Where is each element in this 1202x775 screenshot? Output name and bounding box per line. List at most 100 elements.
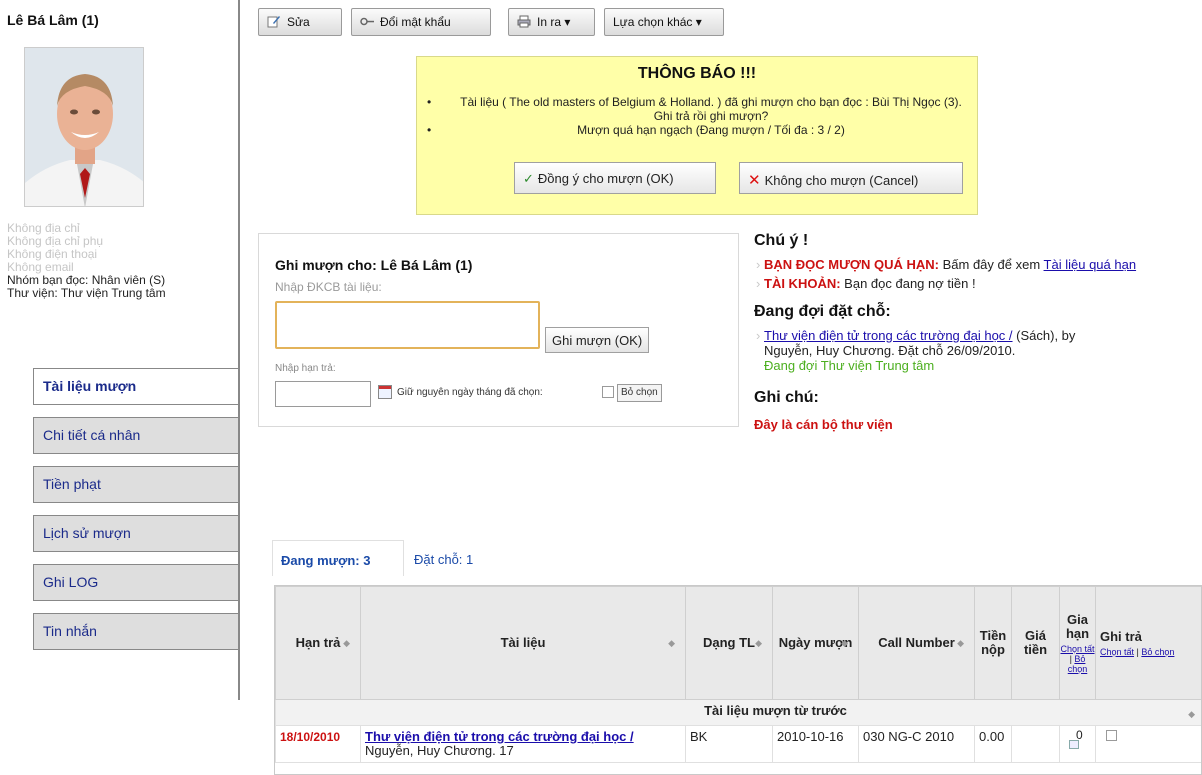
row-title-link[interactable]: Thư viện điện tử trong các trường đại họ…	[365, 729, 634, 744]
header-item[interactable]: Tài liệu ◆	[360, 586, 686, 700]
group-row: Tài liệu mượn từ trước ◆	[275, 699, 1201, 726]
holds-heading: Đang đợi đặt chỗ:	[754, 303, 891, 320]
header-price: Giá tiền	[1011, 586, 1060, 700]
overdue-label: BẠN ĐỌC MƯỢN QUÁ HẠN:	[764, 257, 939, 272]
header-return: Ghi trả Chọn tất | Bỏ chọn	[1095, 586, 1201, 700]
patron-name: Lê Bá Lâm (1)	[7, 12, 99, 28]
overdue-notice: BẠN ĐỌC MƯỢN QUÁ HẠN: Bấm đây để xem Tài…	[754, 257, 1194, 272]
sidebar-item-messages[interactable]: Tin nhắn	[33, 613, 239, 650]
account-label: TÀI KHOẢN:	[764, 276, 841, 291]
row-return-cell	[1095, 725, 1201, 763]
renew-deselect-link[interactable]: Bỏ chọn	[1068, 654, 1088, 674]
tab-holds[interactable]: Đặt chỗ: 1	[406, 540, 506, 576]
header-due[interactable]: Hạn trả ◆	[275, 586, 361, 700]
edit-label: Sửa	[287, 15, 310, 29]
notice-list: Tài liệu ( The old masters of Belgium & …	[427, 95, 967, 137]
close-icon: ✕	[748, 172, 761, 189]
keep-date-checkbox[interactable]	[602, 386, 614, 398]
panel-divider	[238, 0, 240, 700]
sort-icon: ◆	[957, 638, 964, 648]
return-deselect-link[interactable]: Bỏ chọn	[1141, 647, 1174, 657]
sidebar-item-history[interactable]: Lịch sử mượn	[33, 515, 239, 552]
attention-heading: Chú ý !	[754, 232, 809, 249]
patron-photo	[24, 47, 144, 207]
print-button[interactable]: In ra ▾	[508, 8, 595, 36]
table-row: 18/10/2010 Thư viện điện tử trong các tr…	[275, 725, 1201, 763]
checkout-submit-button[interactable]: Ghi mượn (OK)	[545, 327, 650, 353]
overdue-text: Bấm đây để xem	[942, 257, 1041, 272]
calendar-icon[interactable]	[378, 385, 392, 399]
header-fee-paid: Tiền nộp	[974, 586, 1012, 700]
sort-icon: ◆	[668, 638, 675, 648]
sidebar-item-fines[interactable]: Tiền phạt	[33, 466, 239, 503]
barcode-label: Nhập ĐKCB tài liệu:	[275, 280, 382, 294]
change-password-label: Đổi mật khẩu	[380, 15, 451, 29]
sidebar-item-details[interactable]: Chi tiết cá nhân	[33, 417, 239, 454]
sort-icon: ◆	[343, 638, 350, 648]
patron-library: Thư viện: Thư viện Trung tâm	[7, 286, 166, 300]
renew-select-all-link[interactable]: Chọn tất	[1060, 644, 1094, 654]
header-checkout-date[interactable]: Ngày mượn ◆	[772, 586, 859, 700]
return-checkbox[interactable]	[1106, 730, 1117, 741]
header-type-label: Dạng TL	[703, 635, 755, 650]
notice-already-checked-out: Tài liệu ( The old masters of Belgium & …	[427, 95, 967, 123]
header-return-label: Ghi trả	[1100, 628, 1142, 644]
row-due: 18/10/2010	[280, 730, 341, 744]
row-author: Nguyễn, Huy Chương. 17	[365, 743, 514, 758]
sidebar-item-log[interactable]: Ghi LOG	[33, 564, 239, 601]
confirm-checkout-button[interactable]: ✓ Đồng ý cho mượn (OK)	[514, 162, 716, 194]
row-checkout-date: 2010-10-16	[772, 725, 859, 763]
edit-button[interactable]: Sửa	[258, 8, 342, 36]
row-type: BK	[685, 725, 773, 763]
hold-title-link[interactable]: Thư viện điện tử trong các trường đại họ…	[764, 328, 1013, 343]
header-renew-label: Gia hạn	[1065, 611, 1090, 641]
overdue-link[interactable]: Tài liệu quá hạn	[1044, 257, 1137, 272]
hold-status: Đang đợi Thư viện Trung tâm	[764, 358, 935, 373]
printer-icon	[517, 15, 531, 28]
print-label: In ra ▾	[537, 15, 571, 29]
group-label-cell: Tài liệu mượn từ trước ◆	[275, 699, 1201, 726]
hold-type: (Sách), by	[1016, 328, 1076, 343]
sort-icon: ◆	[841, 638, 848, 648]
account-text: Bạn đọc đang nợ tiền !	[844, 276, 976, 291]
header-due-label: Hạn trả	[295, 635, 341, 650]
due-date-input[interactable]	[275, 381, 371, 407]
patron-notes: Chú ý ! BẠN ĐỌC MƯỢN QUÁ HẠN: Bấm đây để…	[754, 232, 1194, 432]
notice-title: THÔNG BÁO !!!	[637, 65, 757, 82]
header-renew: Gia hạn Chọn tất | Bỏ chọn	[1059, 586, 1096, 700]
keep-date-label: Giữ nguyên ngày tháng đã chọn:	[397, 387, 543, 398]
account-notice: TÀI KHOẢN: Bạn đọc đang nợ tiền !	[754, 276, 1194, 291]
change-password-button[interactable]: Đổi mật khẩu	[351, 8, 491, 36]
row-renew-cell[interactable]: 0	[1059, 725, 1096, 763]
loans-table-container: Hạn trả ◆ Tài liệu ◆ Dạng TL ◆ Ngày mượn ◆ C…	[274, 585, 1202, 775]
tab-checked-out[interactable]: Đang mượn: 3	[272, 540, 404, 576]
barcode-input[interactable]	[275, 301, 540, 349]
header-call-number-label: Call Number	[878, 635, 955, 650]
row-item-cell: Thư viện điện tử trong các trường đại họ…	[360, 725, 686, 763]
sidebar-item-checkouts[interactable]: Tài liệu mượn	[33, 368, 239, 405]
header-call-number[interactable]: Call Number ◆	[858, 586, 975, 700]
hold-detail: Nguyễn, Huy Chương. Đặt chỗ 26/09/2010.	[764, 343, 1016, 358]
group-label: Tài liệu mượn từ trước	[704, 703, 847, 718]
header-item-label: Tài liệu	[500, 635, 546, 650]
cancel-checkout-label: Không cho mượn (Cancel)	[764, 173, 919, 188]
sidebar-nav: Tài liệu mượn Chi tiết cá nhân Tiền phạt…	[33, 368, 239, 662]
check-icon: ✓	[523, 171, 534, 186]
cancel-checkout-button[interactable]: ✕ Không cho mượn (Cancel)	[739, 162, 963, 194]
header-price-label: Giá tiền	[1023, 628, 1048, 657]
patron-panel: Lê Bá Lâm (1) Không địa chỉ Không địa ch…	[0, 0, 240, 775]
patron-portrait-image	[25, 48, 143, 206]
header-type[interactable]: Dạng TL ◆	[685, 586, 773, 700]
return-select-all-link[interactable]: Chọn tất	[1100, 647, 1134, 657]
notice-over-limit: Mượn quá hạn ngạch (Đang mượn / Tối đa :…	[427, 123, 967, 137]
row-due-cell: 18/10/2010	[275, 725, 361, 763]
confirm-checkout-label: Đồng ý cho mượn (OK)	[537, 171, 674, 186]
more-options-label: Lựa chọn khác ▾	[613, 15, 702, 29]
loans-table: Hạn trả ◆ Tài liệu ◆ Dạng TL ◆ Ngày mượn ◆ C…	[275, 586, 1201, 763]
memo-heading: Ghi chú:	[754, 389, 819, 406]
unselect-button[interactable]: Bỏ chọn	[617, 384, 662, 402]
renew-checkbox-icon[interactable]	[1069, 740, 1079, 749]
more-options-button[interactable]: Lựa chọn khác ▾	[604, 8, 724, 36]
key-icon	[360, 15, 374, 28]
row-fee: 0.00	[974, 725, 1012, 763]
